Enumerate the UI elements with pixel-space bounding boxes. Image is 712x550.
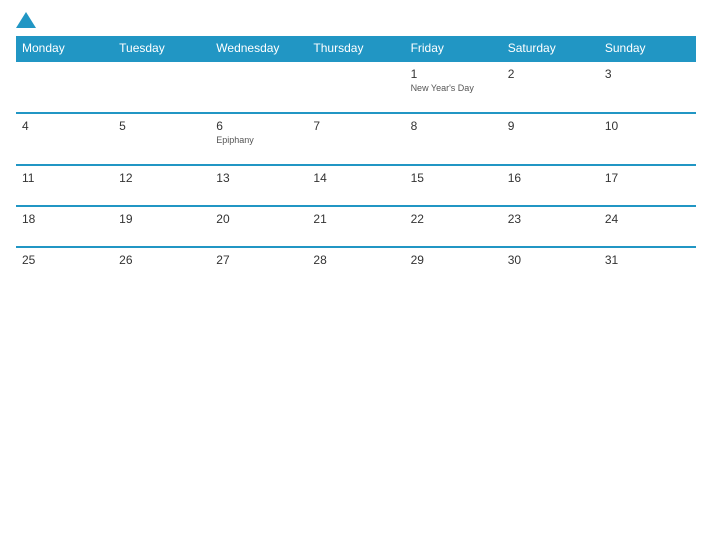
- calendar-cell: 24: [599, 206, 696, 247]
- calendar-cell: 29: [405, 247, 502, 287]
- calendar-cell: 5: [113, 113, 210, 165]
- logo-triangle-icon: [16, 12, 36, 28]
- calendar-cell: [210, 61, 307, 113]
- logo-blue-row: [16, 12, 40, 28]
- calendar-cell: 25: [16, 247, 113, 287]
- week-row-4: 18 19 20 21 22 23 24: [16, 206, 696, 247]
- day-number: 1: [411, 67, 496, 81]
- day-number: 18: [22, 212, 107, 226]
- day-number: 10: [605, 119, 690, 133]
- weekday-header-saturday: Saturday: [502, 36, 599, 61]
- weekday-header-tuesday: Tuesday: [113, 36, 210, 61]
- day-number: 30: [508, 253, 593, 267]
- calendar-cell: 22: [405, 206, 502, 247]
- calendar-cell: [113, 61, 210, 113]
- calendar-cell: 4: [16, 113, 113, 165]
- day-number: 16: [508, 171, 593, 185]
- day-number: 27: [216, 253, 301, 267]
- day-number: 23: [508, 212, 593, 226]
- weekday-header-row: MondayTuesdayWednesdayThursdayFridaySatu…: [16, 36, 696, 61]
- week-row-3: 11 12 13 14 15 16 17: [16, 165, 696, 206]
- day-number: 8: [411, 119, 496, 133]
- calendar-cell: 13: [210, 165, 307, 206]
- calendar-cell: 8: [405, 113, 502, 165]
- calendar-cell: 27: [210, 247, 307, 287]
- calendar-cell: 6 Epiphany: [210, 113, 307, 165]
- calendar-cell: [16, 61, 113, 113]
- calendar-cell: 9: [502, 113, 599, 165]
- weekday-header-thursday: Thursday: [307, 36, 404, 61]
- day-number: 14: [313, 171, 398, 185]
- day-number: 31: [605, 253, 690, 267]
- calendar-cell: 2: [502, 61, 599, 113]
- calendar-cell: 14: [307, 165, 404, 206]
- weekday-header-sunday: Sunday: [599, 36, 696, 61]
- day-number: 13: [216, 171, 301, 185]
- calendar-cell: 18: [16, 206, 113, 247]
- calendar-cell: 21: [307, 206, 404, 247]
- day-number: 4: [22, 119, 107, 133]
- calendar-cell: 19: [113, 206, 210, 247]
- day-number: 11: [22, 171, 107, 185]
- week-row-5: 25 26 27 28 29 30 31: [16, 247, 696, 287]
- weekday-header-wednesday: Wednesday: [210, 36, 307, 61]
- logo: [16, 12, 40, 28]
- calendar-cell: [307, 61, 404, 113]
- calendar-cell: 26: [113, 247, 210, 287]
- day-number: 26: [119, 253, 204, 267]
- day-number: 2: [508, 67, 593, 81]
- calendar-cell: 30: [502, 247, 599, 287]
- calendar-page: MondayTuesdayWednesdayThursdayFridaySatu…: [0, 0, 712, 550]
- holiday-label: Epiphany: [216, 135, 301, 146]
- week-row-1: 1 New Year's Day 23: [16, 61, 696, 113]
- calendar-cell: 1 New Year's Day: [405, 61, 502, 113]
- calendar-cell: 31: [599, 247, 696, 287]
- header: [16, 12, 696, 28]
- day-number: 24: [605, 212, 690, 226]
- calendar-cell: 20: [210, 206, 307, 247]
- calendar-table: MondayTuesdayWednesdayThursdayFridaySatu…: [16, 36, 696, 287]
- calendar-cell: 11: [16, 165, 113, 206]
- calendar-cell: 12: [113, 165, 210, 206]
- day-number: 21: [313, 212, 398, 226]
- day-number: 22: [411, 212, 496, 226]
- weekday-header-friday: Friday: [405, 36, 502, 61]
- day-number: 29: [411, 253, 496, 267]
- day-number: 12: [119, 171, 204, 185]
- calendar-cell: 15: [405, 165, 502, 206]
- calendar-cell: 7: [307, 113, 404, 165]
- day-number: 28: [313, 253, 398, 267]
- week-row-2: 456 Epiphany 789 10: [16, 113, 696, 165]
- day-number: 9: [508, 119, 593, 133]
- holiday-label: New Year's Day: [411, 83, 496, 94]
- day-number: 7: [313, 119, 398, 133]
- day-number: 25: [22, 253, 107, 267]
- country-label: [616, 12, 696, 16]
- calendar-cell: 10: [599, 113, 696, 165]
- calendar-cell: 23: [502, 206, 599, 247]
- calendar-cell: 17: [599, 165, 696, 206]
- day-number: 17: [605, 171, 690, 185]
- day-number: 5: [119, 119, 204, 133]
- weekday-header-monday: Monday: [16, 36, 113, 61]
- day-number: 19: [119, 212, 204, 226]
- day-number: 6: [216, 119, 301, 133]
- calendar-cell: 3: [599, 61, 696, 113]
- day-number: 3: [605, 67, 690, 81]
- calendar-cell: 28: [307, 247, 404, 287]
- day-number: 15: [411, 171, 496, 185]
- calendar-cell: 16: [502, 165, 599, 206]
- day-number: 20: [216, 212, 301, 226]
